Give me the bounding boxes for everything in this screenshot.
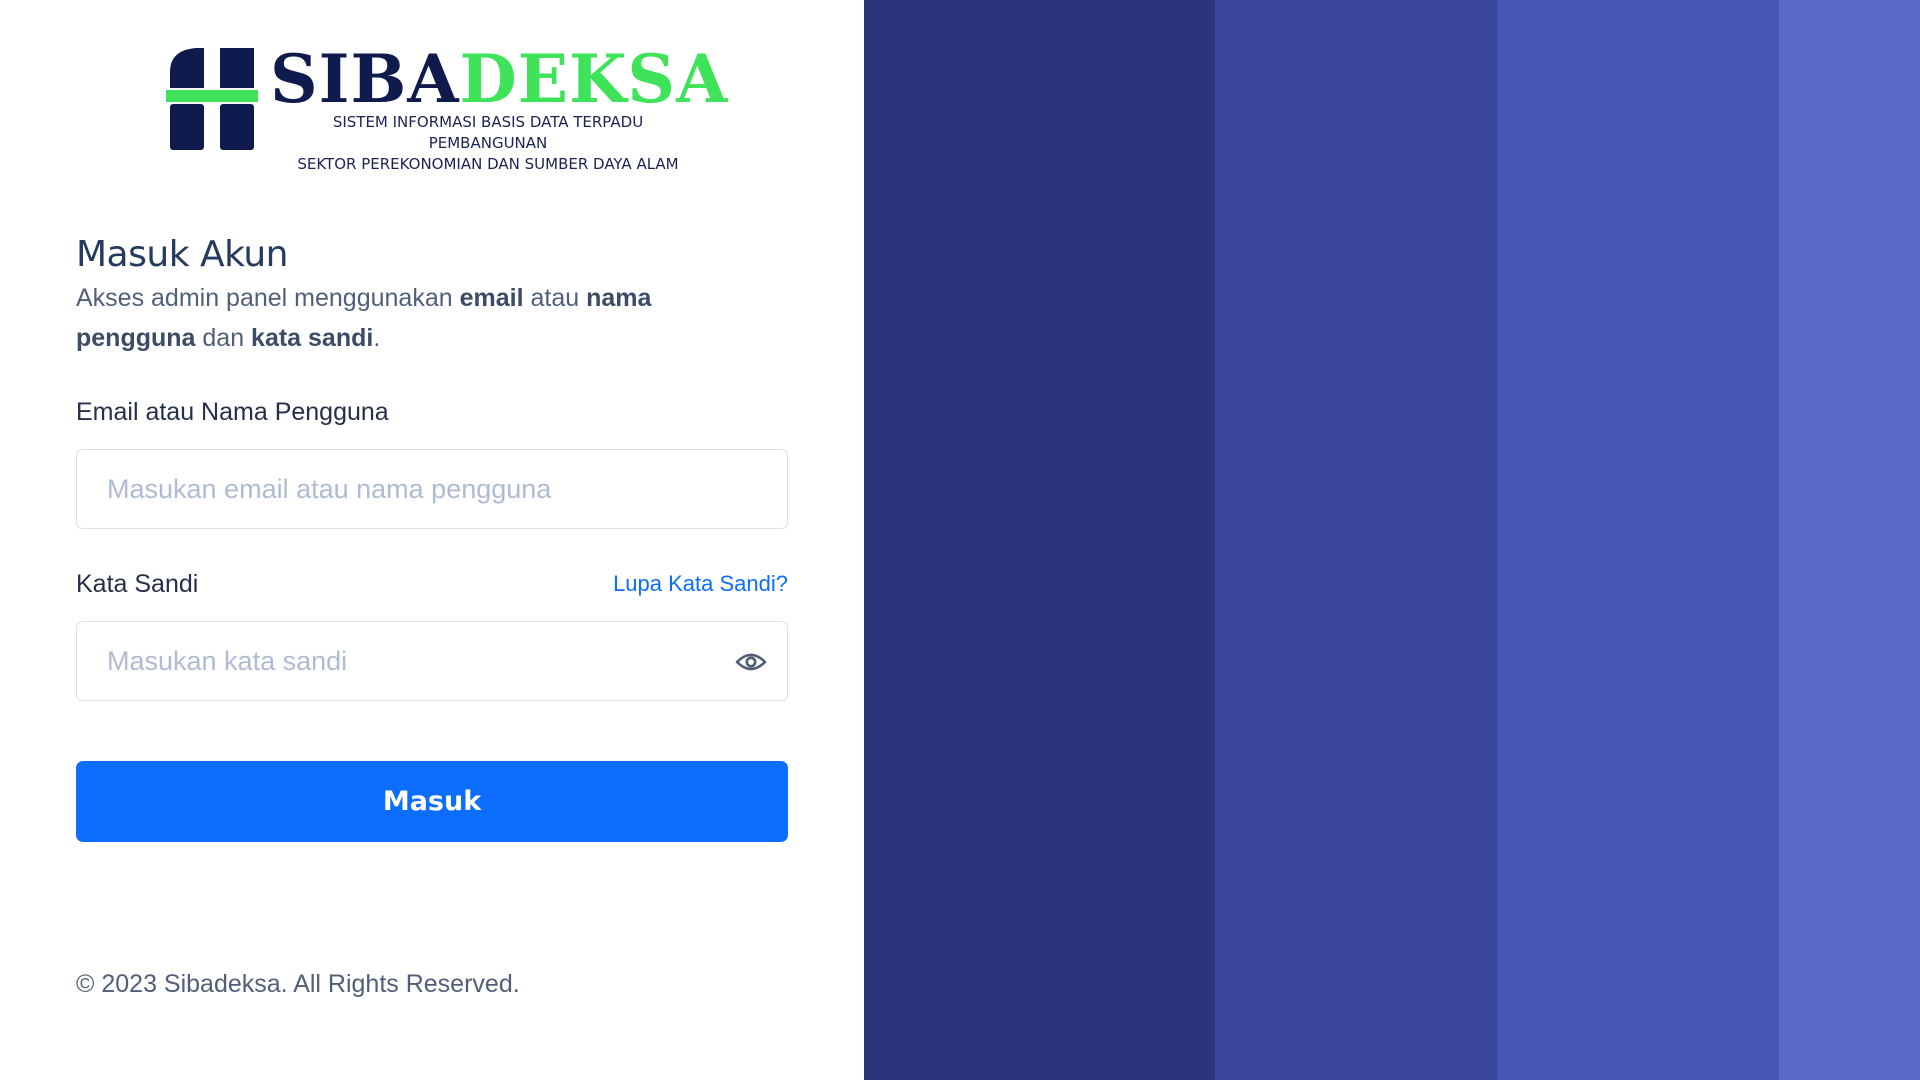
login-panel: SIBADEKSA SISTEM INFORMASI BASIS DATA TE… xyxy=(0,0,864,1080)
logo-subtitle-line1: SISTEM INFORMASI BASIS DATA TERPADU PEMB… xyxy=(332,113,644,152)
desc-text-1: Akses admin panel menggunakan xyxy=(76,284,460,312)
desc-text-2: atau xyxy=(523,284,587,312)
desc-text-4: . xyxy=(373,324,381,352)
password-label: Kata Sandi xyxy=(76,570,199,598)
password-field-wrapper xyxy=(76,621,788,701)
forgot-password-link[interactable]: Lupa Kata Sandi? xyxy=(613,571,788,597)
logo-word-part2: DEKSA xyxy=(459,40,729,118)
eye-icon[interactable] xyxy=(735,647,767,677)
logo-wordmark: SIBADEKSA xyxy=(270,46,728,112)
decorative-panel xyxy=(864,0,1920,1080)
password-field[interactable] xyxy=(77,622,787,700)
desc-text-3: dan xyxy=(195,324,252,352)
sibadeksa-logo: SIBADEKSA SISTEM INFORMASI BASIS DATA TE… xyxy=(166,44,727,173)
login-page: SIBADEKSA SISTEM INFORMASI BASIS DATA TE… xyxy=(0,0,1920,1080)
desc-email: email xyxy=(459,284,524,312)
login-description: Akses admin panel menggunakan email atau… xyxy=(76,278,716,358)
decorative-stripe-3 xyxy=(1497,0,1779,1080)
decorative-stripe-4 xyxy=(1779,0,1920,1080)
email-field[interactable] xyxy=(77,450,787,528)
email-field-wrapper xyxy=(76,449,788,529)
decorative-stripe-1 xyxy=(864,0,1215,1080)
logo-subtitle: SISTEM INFORMASI BASIS DATA TERPADU PEMB… xyxy=(272,112,704,175)
logo-word-part1: SIBA xyxy=(270,40,460,118)
logo-subtitle-line2: SEKTOR PEREKONOMIAN DAN SUMBER DAYA ALAM xyxy=(297,155,679,173)
logo-mark-icon xyxy=(166,48,258,152)
desc-kata-sandi: kata sandi xyxy=(251,324,374,352)
decorative-stripe-2 xyxy=(1215,0,1497,1080)
email-label: Email atau Nama Pengguna xyxy=(76,398,389,426)
footer-copyright: © 2023 Sibadeksa. All Rights Reserved. xyxy=(76,970,520,998)
page-title: Masuk Akun xyxy=(76,234,288,275)
login-button[interactable]: Masuk xyxy=(76,761,788,842)
